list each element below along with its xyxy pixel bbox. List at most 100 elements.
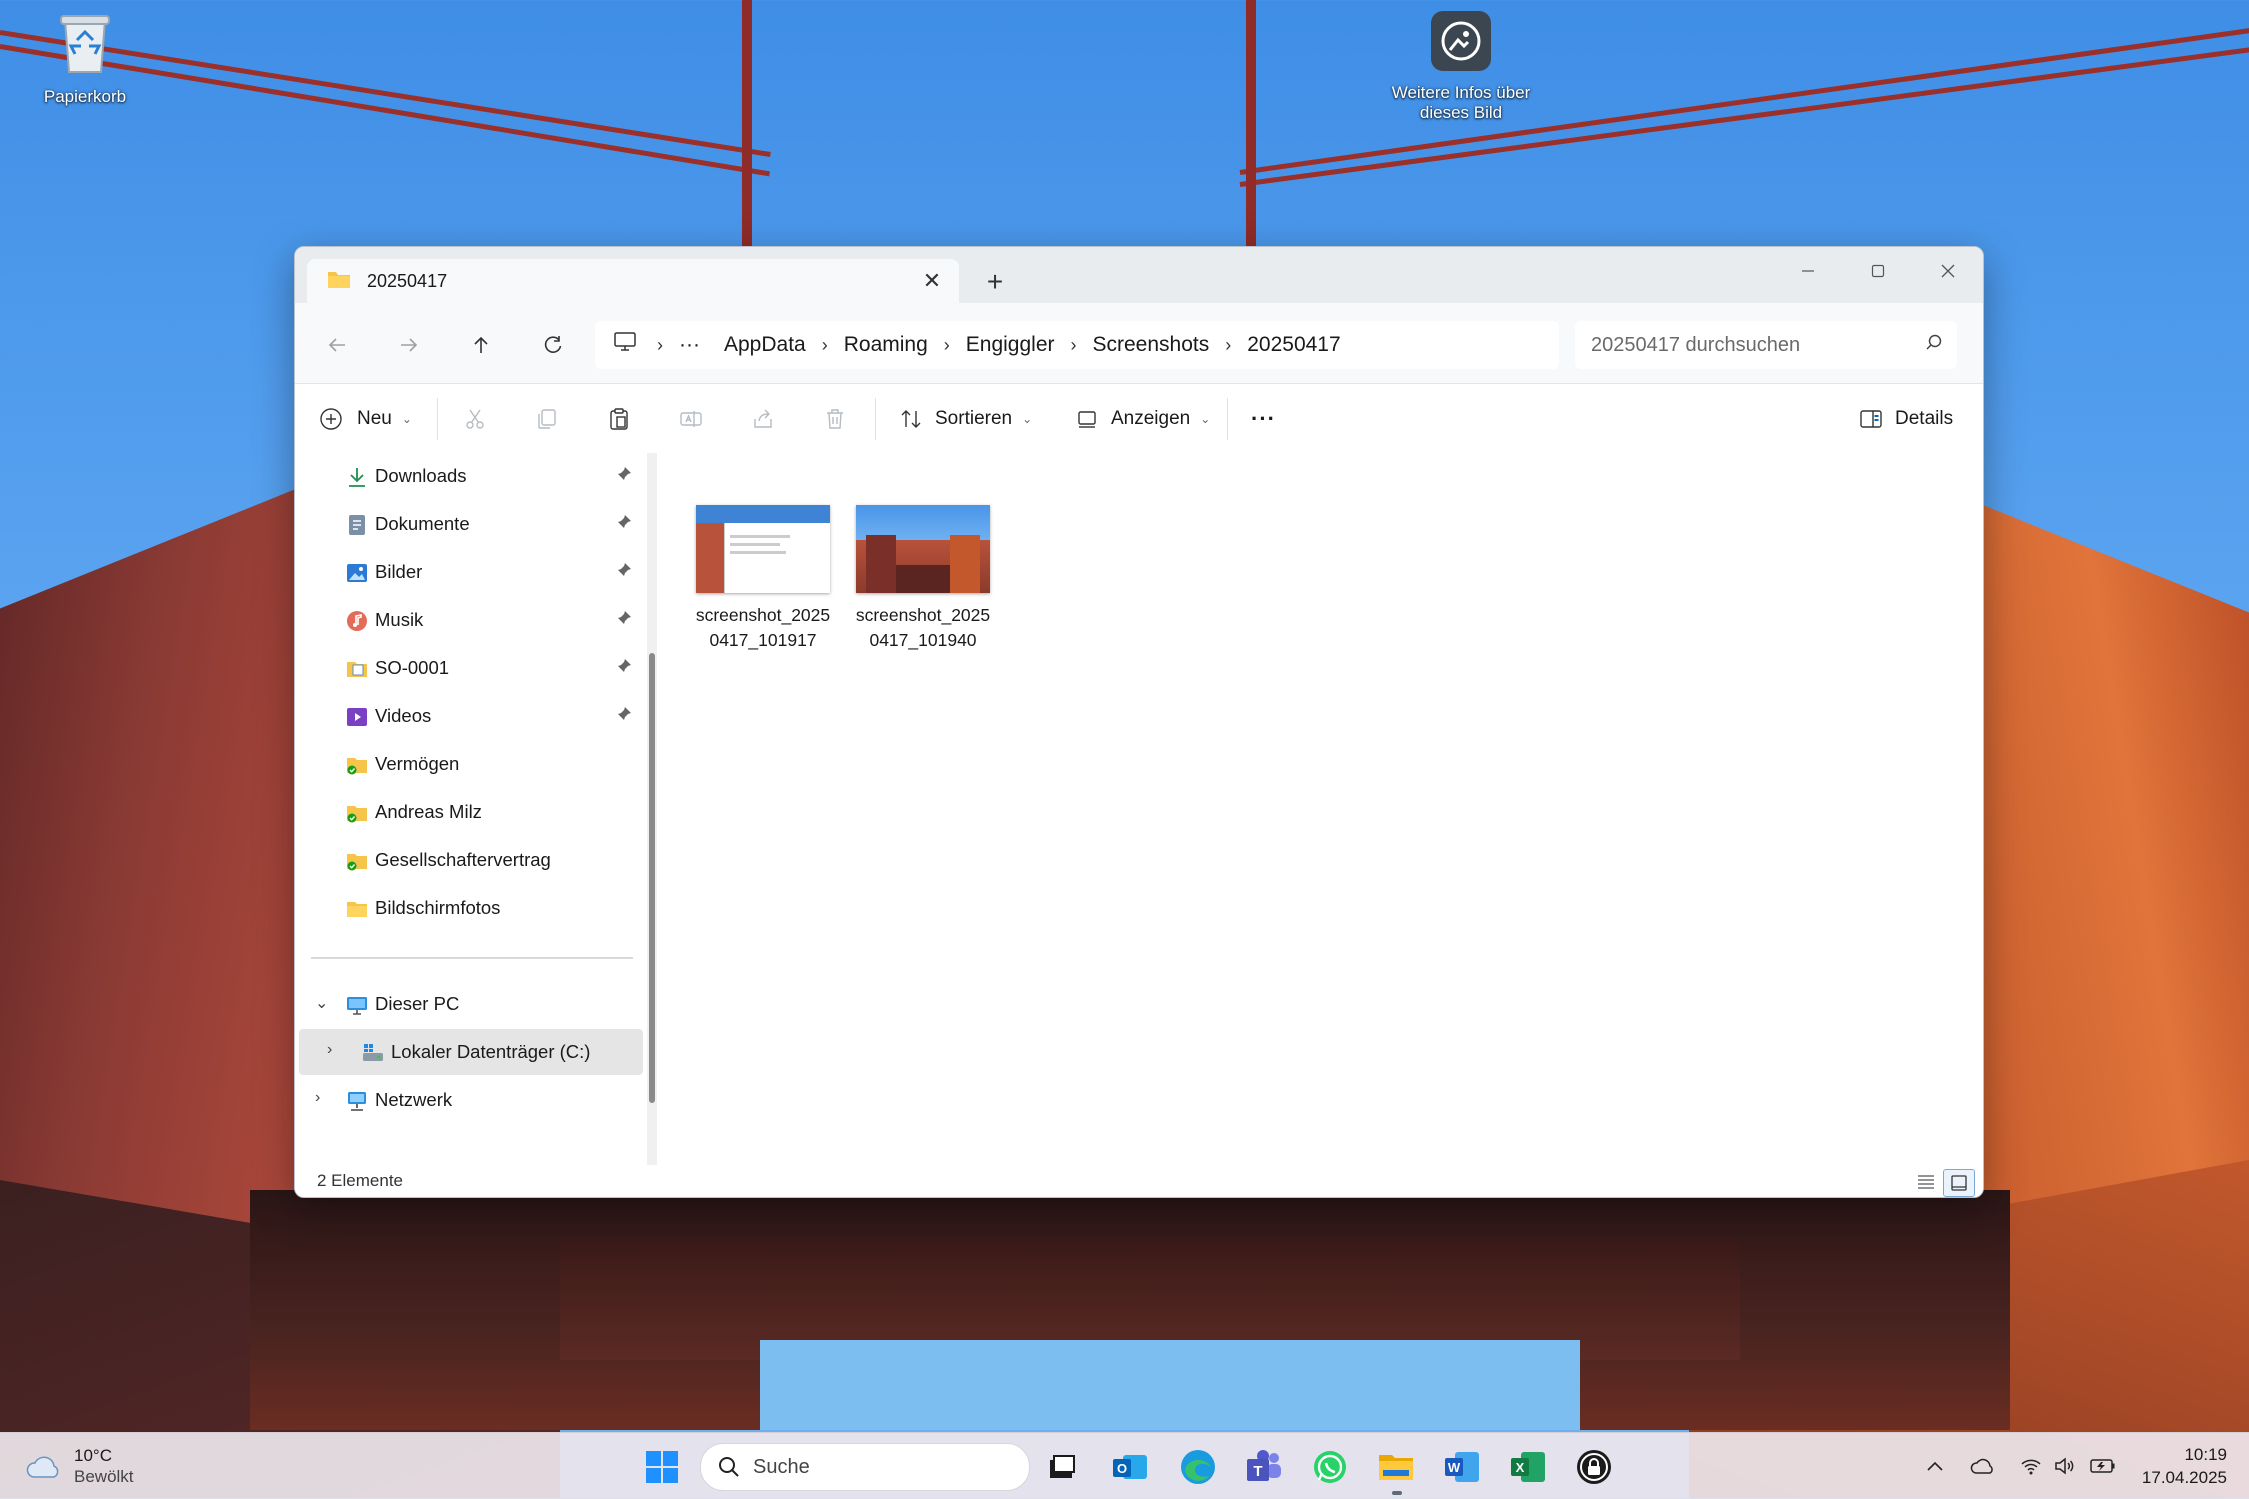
show-hidden-icons-button[interactable] xyxy=(1920,1451,1950,1481)
copy-button[interactable] xyxy=(535,400,559,438)
excel-taskbar-button[interactable]: X xyxy=(1506,1445,1550,1489)
pin-icon[interactable] xyxy=(615,705,633,723)
chevron-right-icon[interactable]: › xyxy=(315,1089,320,1107)
system-clock[interactable]: 10:19 17.04.2025 xyxy=(2142,1443,2227,1489)
pin-icon[interactable] xyxy=(615,657,633,675)
task-view-button[interactable] xyxy=(1040,1445,1084,1489)
tab-title: 20250417 xyxy=(367,270,448,291)
whatsapp-icon xyxy=(1314,1451,1346,1483)
refresh-button[interactable] xyxy=(531,323,575,367)
video-icon xyxy=(347,708,367,726)
navigation-pane: Downloads Dokumente Bilder Musik SO-0001… xyxy=(295,453,657,1165)
minimize-button[interactable] xyxy=(1773,247,1843,295)
maximize-button[interactable] xyxy=(1843,247,1913,295)
paste-button[interactable] xyxy=(607,400,631,438)
pin-icon[interactable] xyxy=(615,609,633,627)
sidebar-item-bilder[interactable]: Bilder xyxy=(295,549,643,595)
sidebar-item-label: Netzwerk xyxy=(375,1089,453,1110)
battery-charging-icon xyxy=(2090,1459,2115,1473)
teams-taskbar-button[interactable]: T xyxy=(1242,1445,1286,1489)
new-button[interactable]: Neu ⌄ xyxy=(319,400,412,438)
word-taskbar-button[interactable]: W xyxy=(1440,1445,1484,1489)
chevron-right-icon[interactable]: › xyxy=(327,1041,332,1059)
breadcrumb-engiggler[interactable]: Engiggler xyxy=(966,333,1055,357)
share-button[interactable] xyxy=(751,400,775,438)
sidebar-item-netzwerk[interactable]: › Netzwerk xyxy=(295,1077,643,1123)
sidebar-item-label: Vermögen xyxy=(375,753,460,774)
forward-button[interactable] xyxy=(387,323,431,367)
sidebar-item-videos[interactable]: Videos xyxy=(295,693,643,739)
chevron-right-icon[interactable]: › xyxy=(1071,335,1077,356)
speaker-icon xyxy=(2055,1457,2074,1475)
wifi-tray-icon[interactable] xyxy=(2016,1451,2046,1481)
outlook-taskbar-button[interactable]: O xyxy=(1108,1445,1152,1489)
sidebar-item-local-disk[interactable]: › Lokaler Datenträger (C:) xyxy=(299,1029,643,1075)
file-list: screenshot_2025 0417_101917 screenshot_2… xyxy=(657,453,1983,1165)
start-button[interactable] xyxy=(640,1445,684,1489)
file-explorer-window: 20250417 ✕ + › ··· AppData › Roaming › E… xyxy=(294,246,1984,1198)
excel-icon: X xyxy=(1511,1452,1545,1482)
sidebar-item-vermoegen[interactable]: Vermögen xyxy=(295,741,643,787)
close-window-button[interactable] xyxy=(1913,247,1983,295)
recycle-bin-shortcut[interactable]: Papierkorb xyxy=(10,10,160,107)
password-manager-taskbar-button[interactable] xyxy=(1572,1445,1616,1489)
details-view-toggle[interactable] xyxy=(1911,1169,1941,1195)
file-item[interactable]: screenshot_2025 0417_101917 xyxy=(693,505,833,653)
file-explorer-icon xyxy=(1379,1455,1413,1480)
edge-icon xyxy=(1181,1450,1215,1484)
search-input[interactable]: 20250417 durchsuchen xyxy=(1575,321,1957,369)
whatsapp-taskbar-button[interactable] xyxy=(1308,1445,1352,1489)
sort-button[interactable]: Sortieren ⌄ xyxy=(899,400,1032,438)
sidebar-item-so-0001[interactable]: SO-0001 xyxy=(295,645,643,691)
sidebar-scrollbar-thumb[interactable] xyxy=(649,653,655,1103)
pin-icon[interactable] xyxy=(615,465,633,483)
breadcrumb-screenshots[interactable]: Screenshots xyxy=(1093,333,1210,357)
battery-tray-icon[interactable] xyxy=(2088,1451,2118,1481)
pin-icon[interactable] xyxy=(615,561,633,579)
tiles-view-toggle[interactable] xyxy=(1943,1169,1975,1197)
sidebar-item-dokumente[interactable]: Dokumente xyxy=(295,501,643,547)
sidebar-item-musik[interactable]: Musik xyxy=(295,597,643,643)
wallpaper-info-shortcut[interactable]: Weitere Infos über dieses Bild xyxy=(1386,10,1536,123)
taskbar-search[interactable]: Suche xyxy=(700,1443,1030,1491)
sort-label: Sortieren xyxy=(935,408,1013,429)
sidebar-item-bildschirmfotos[interactable]: Bildschirmfotos xyxy=(295,885,643,931)
back-button[interactable] xyxy=(315,323,359,367)
rename-button[interactable] xyxy=(679,400,703,438)
breadcrumb-overflow[interactable]: ··· xyxy=(679,333,700,357)
address-bar[interactable]: › ··· AppData › Roaming › Engiggler › Sc… xyxy=(595,321,1559,369)
chevron-right-icon[interactable]: › xyxy=(944,335,950,356)
volume-tray-icon[interactable] xyxy=(2050,1451,2080,1481)
chevron-down-icon[interactable]: ⌄ xyxy=(315,993,328,1013)
file-item[interactable]: screenshot_2025 0417_101940 xyxy=(853,505,993,653)
pin-icon[interactable] xyxy=(615,513,633,531)
cut-button[interactable] xyxy=(463,400,487,438)
refresh-icon xyxy=(544,336,562,353)
weather-temperature: 10°C xyxy=(74,1446,112,1465)
sidebar-item-gesellschaftervertrag[interactable]: Gesellschaftervertrag xyxy=(295,837,643,883)
onedrive-tray-icon[interactable] xyxy=(1968,1451,1998,1481)
breadcrumb-roaming[interactable]: Roaming xyxy=(844,333,928,357)
new-tab-button[interactable]: + xyxy=(975,265,1015,299)
file-explorer-taskbar-button[interactable] xyxy=(1374,1445,1418,1489)
details-pane-button[interactable]: Details xyxy=(1859,400,1953,438)
edge-taskbar-button[interactable] xyxy=(1176,1445,1220,1489)
chevron-right-icon[interactable]: › xyxy=(822,335,828,356)
weather-widget[interactable]: 10°C Bewölkt xyxy=(24,1445,134,1487)
sidebar-item-downloads[interactable]: Downloads xyxy=(295,453,643,499)
sidebar-item-andreas-milz[interactable]: Andreas Milz xyxy=(295,789,643,835)
up-button[interactable] xyxy=(459,323,503,367)
close-tab-button[interactable]: ✕ xyxy=(919,268,945,294)
file-thumbnail xyxy=(696,505,830,593)
breadcrumb-current[interactable]: 20250417 xyxy=(1247,333,1340,357)
wallpaper-info-label-2: dieses Bild xyxy=(1419,103,1503,122)
more-options-button[interactable]: ··· xyxy=(1251,400,1276,438)
tab-20250417[interactable]: 20250417 ✕ xyxy=(307,259,959,303)
clock-time: 10:19 xyxy=(2184,1445,2227,1464)
sidebar-item-label: Bildschirmfotos xyxy=(375,897,501,918)
sidebar-item-dieser-pc[interactable]: ⌄ Dieser PC xyxy=(295,981,643,1027)
breadcrumb-appdata[interactable]: AppData xyxy=(724,333,806,357)
view-button[interactable]: Anzeigen ⌄ xyxy=(1075,400,1210,438)
chevron-right-icon[interactable]: › xyxy=(1225,335,1231,356)
delete-button[interactable] xyxy=(823,400,847,438)
